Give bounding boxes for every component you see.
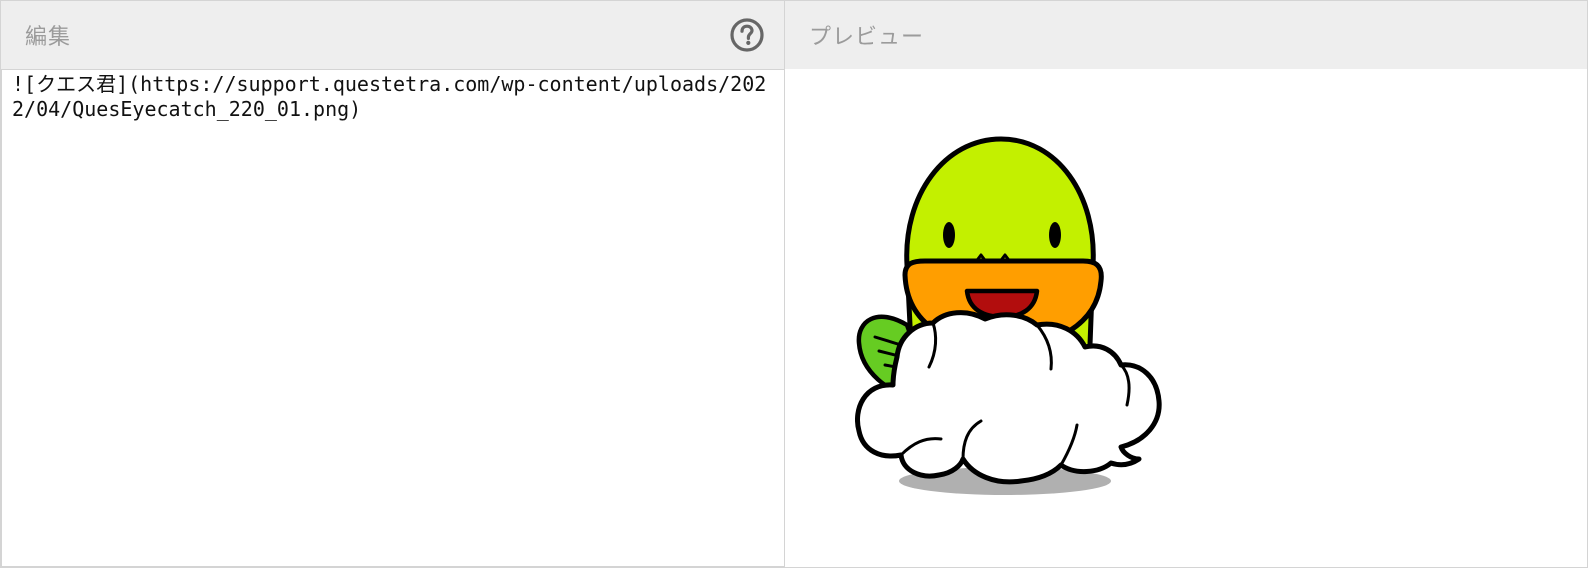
markdown-editor-widget: 編集 ![クエス君](https://support.questetra.com… (0, 0, 1588, 568)
mascot-image (855, 136, 1162, 495)
preview-pane: プレビュー (785, 1, 1587, 567)
question-circle-icon (730, 18, 764, 52)
preview-body (785, 69, 1587, 567)
edit-header-title: 編集 (25, 25, 72, 50)
preview-header: プレビュー (785, 1, 1587, 69)
help-button[interactable] (728, 16, 766, 54)
preview-header-title: プレビュー (809, 25, 925, 50)
edit-pane: 編集 ![クエス君](https://support.questetra.com… (1, 1, 785, 567)
markdown-editor-textarea[interactable]: ![クエス君](https://support.questetra.com/wp… (1, 69, 784, 567)
edit-header: 編集 (1, 1, 784, 69)
